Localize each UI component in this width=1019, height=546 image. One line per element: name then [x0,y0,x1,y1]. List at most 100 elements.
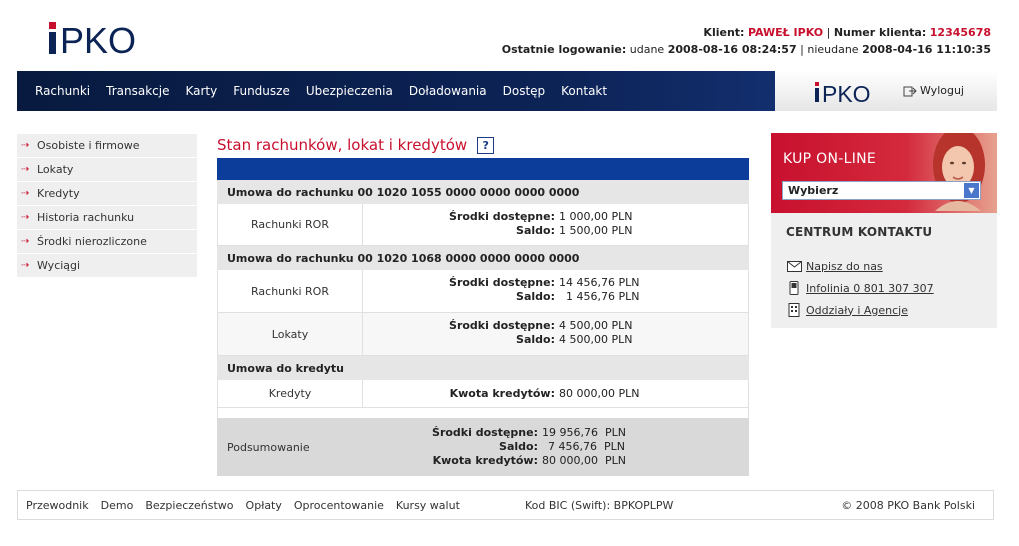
sidebar-item-osobiste[interactable]: ⇢ Osobiste i firmowe [17,134,197,157]
footer-link-kursy[interactable]: Kursy walut [396,499,460,512]
contact-phone-link[interactable]: Infolinia 0 801 307 307 [786,277,982,299]
page-title: Stan rachunków, lokat i kredytów [217,136,468,154]
summary-value: 80 000,00 PLN [542,454,626,467]
row-label: Kredyty [218,380,363,407]
summary-value: 7 456,76 PLN [548,440,625,453]
sidebar-item-historia[interactable]: ⇢ Historia rachunku [17,206,197,229]
main-content: Stan rachunków, lokat i kredytów ? Umowa… [217,132,749,476]
row-label: Lokaty [218,313,363,355]
balance-key: Saldo: [516,224,555,237]
client-label: Klient: [703,26,745,39]
row-label: Rachunki ROR [218,204,363,245]
logout-label: Wyloguj [920,84,964,97]
nav-item-kontakt[interactable]: Kontakt [561,84,607,98]
account-row: Kredyty Kwota kredytów: 80 000,00 PLN [217,380,749,408]
arrow-right-icon: ⇢ [21,164,30,175]
footer-link-przewodnik[interactable]: Przewodnik [26,499,89,512]
client-info: Klient: PAWEŁ IPKO | Numer klienta: 1234… [502,24,991,58]
section-header: Umowa do rachunku 00 1020 1068 0000 0000… [217,246,749,270]
balance-value: 4 500,00 PLN [559,333,633,346]
logo-text: PKO [60,20,136,58]
account-row: Lokaty Środki dostępne: 4 500,00 PLN Sald… [217,313,749,356]
logout-button[interactable]: Wyloguj [903,84,964,97]
balance-value: 14 456,76 PLN [559,276,640,289]
summary-key: Kwota kredytów: [432,454,538,467]
balance-key: Saldo: [516,290,555,303]
contact-title: CENTRUM KONTAKTU [786,225,933,239]
table-header-bar [217,158,749,180]
arrow-right-icon: ⇢ [21,236,30,247]
footer: Przewodnik Demo Bezpieczeństwo Opłaty Op… [17,490,994,520]
pko-logo-small[interactable]: PKO [813,79,877,105]
contact-item-label: Napisz do nas [806,259,883,273]
sidebar-item-wyciagi[interactable]: ⇢ Wyciągi [17,254,197,277]
building-icon [786,303,802,317]
main-nav: Rachunki Transakcje Karty Fundusze Ubezp… [17,71,997,111]
separator: | [826,26,831,39]
contact-item-label: Infolinia 0 801 307 307 [806,281,934,295]
account-row: Rachunki ROR Środki dostępne: 14 456,76 P… [217,270,749,313]
sidebar-item-kredyty[interactable]: ⇢ Kredyty [17,182,197,205]
chevron-down-icon[interactable]: ▼ [964,183,979,198]
nav-item-dostep[interactable]: Dostęp [503,84,546,98]
balance-value: 1 456,76 PLN [559,290,640,303]
bic-code: Kod BIC (Swift): BPKOPLPW [525,499,674,512]
summary-key: Środki dostępne: [432,426,538,439]
logo-small-text: PKO [822,81,871,105]
sidebar-item-srodki[interactable]: ⇢ Środki nierozliczone [17,230,197,253]
client-name: PAWEŁ IPKO [747,26,824,39]
balance-key: Kwota kredytów: [449,387,555,400]
arrow-right-icon: ⇢ [21,260,30,271]
summary-value: 19 956,76 PLN [542,426,626,439]
separator: | [800,43,804,56]
sidebar-item-label: Kredyty [37,187,80,200]
client-number-label: Numer klienta: [833,26,927,39]
arrow-right-icon: ⇢ [21,212,30,223]
footer-link-oprocentowanie[interactable]: Oprocentowanie [294,499,384,512]
summary-row: Podsumowanie Środki dostępne: 19 956,76 P… [217,418,749,476]
spacer-row [217,408,749,418]
nav-item-karty[interactable]: Karty [185,84,217,98]
buy-online-banner: KUP ON-LINE Wybierz ▼ [771,133,997,213]
nav-right-panel: PKO Wyloguj [775,71,997,111]
nav-item-rachunki[interactable]: Rachunki [35,84,90,98]
select-value: Wybierz [788,184,839,197]
contact-center: CENTRUM KONTAKTU Napisz do nas Infolinia… [771,213,997,328]
sidebar-menu: ⇢ Osobiste i firmowe ⇢ Lokaty ⇢ Kredyty ⇢ Hi… [17,134,197,278]
footer-link-demo[interactable]: Demo [101,499,134,512]
balance-value: 1 500,00 PLN [559,224,633,237]
help-button[interactable]: ? [477,136,495,154]
pko-logo[interactable]: PKO [46,18,146,58]
nav-item-fundusze[interactable]: Fundusze [233,84,290,98]
footer-link-oplaty[interactable]: Opłaty [246,499,282,512]
summary-key: Saldo: [499,440,538,453]
balance-value: 80 000,00 PLN [559,387,640,400]
sidebar-item-lokaty[interactable]: ⇢ Lokaty [17,158,197,181]
login-fail-date: 2008-04-16 11:10:35 [862,43,991,56]
contact-item-label: Oddziały i Agencje [806,303,908,317]
contact-branches-link[interactable]: Oddziały i Agencje [786,299,982,321]
nav-item-ubezpieczenia[interactable]: Ubezpieczenia [306,84,393,98]
balance-value: 1 000,00 PLN [559,210,633,223]
arrow-right-icon: ⇢ [21,188,30,199]
phone-icon [786,281,802,295]
last-login-label: Ostatnie logowanie: [501,43,627,56]
sidebar-item-label: Środki nierozliczone [37,235,147,248]
footer-link-bezpieczenstwo[interactable]: Bezpieczeństwo [145,499,233,512]
contact-write-link[interactable]: Napisz do nas [786,255,982,277]
row-label: Rachunki ROR [218,270,363,312]
copyright: © 2008 PKO Bank Polski [841,499,975,512]
balance-value: 4 500,00 PLN [559,319,633,332]
sidebar-item-label: Lokaty [37,163,74,176]
sidebar-item-label: Wyciągi [37,259,81,272]
nav-item-transakcje[interactable]: Transakcje [106,84,169,98]
account-row: Rachunki ROR Środki dostępne: 1 000,00 PL… [217,204,749,246]
balance-key: Środki dostępne: [449,276,555,289]
section-header: Umowa do kredytu [217,356,749,380]
client-number: 12345678 [929,26,991,39]
arrow-right-icon: ⇢ [21,140,30,151]
product-select[interactable]: Wybierz ▼ [782,181,981,200]
nav-item-doladowania[interactable]: Doładowania [409,84,487,98]
sidebar-item-label: Historia rachunku [37,211,135,224]
balance-key: Środki dostępne: [449,210,555,223]
